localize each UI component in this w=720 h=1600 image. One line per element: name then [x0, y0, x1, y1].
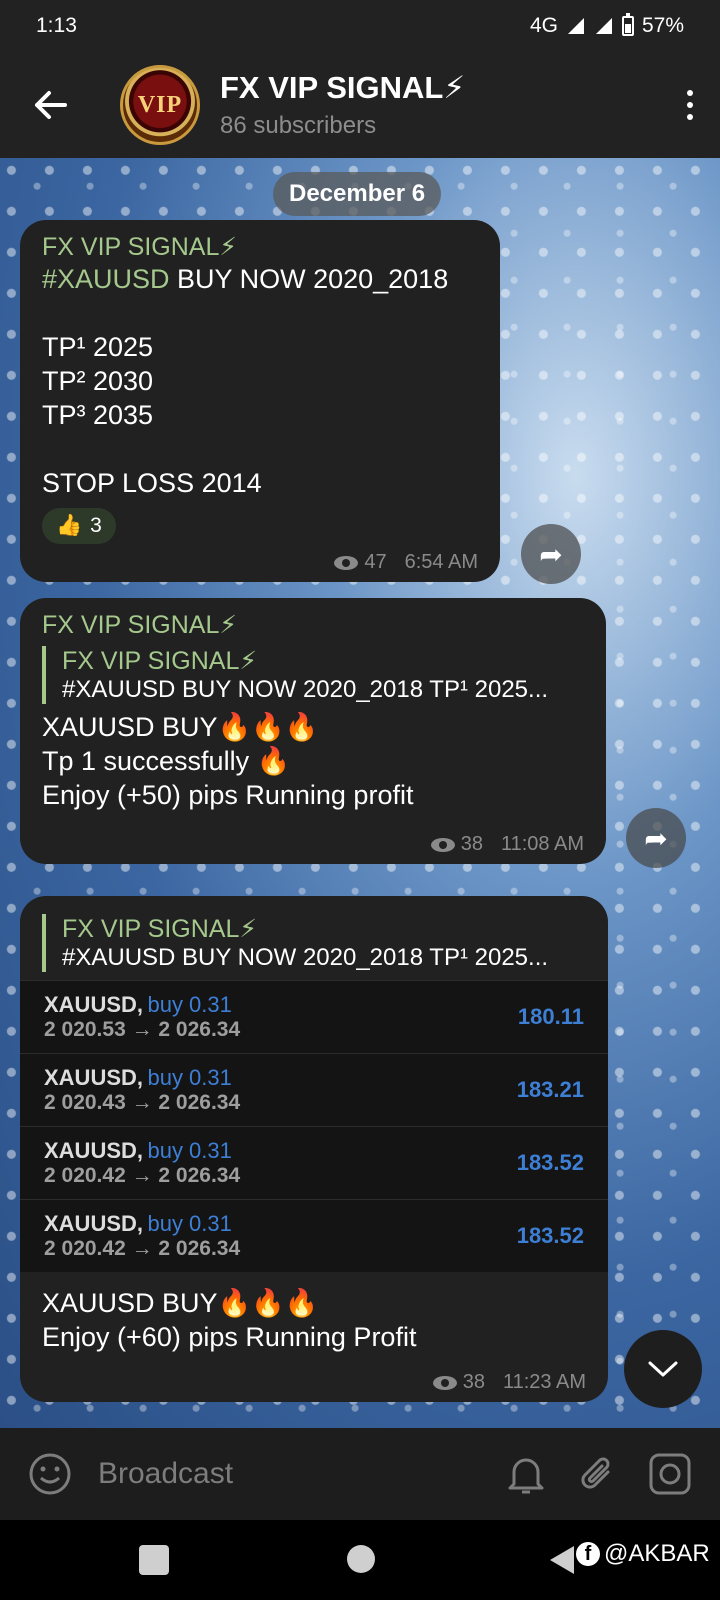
date-separator: December 6 — [273, 172, 442, 216]
scroll-down-button[interactable] — [624, 1330, 702, 1408]
trade-profit: 183.21 — [516, 1077, 584, 1102]
watermark-text: @AKBAR — [604, 1540, 710, 1567]
reply-quote[interactable]: FX VIP SIGNAL⚡ #XAUUSD BUY NOW 2020_2018… — [42, 914, 586, 972]
chevron-down-icon — [648, 1361, 678, 1377]
status-bar: 1:13 4G 57% — [0, 0, 720, 52]
camera-icon[interactable] — [646, 1450, 694, 1498]
take-profit-3: TP³ 2035 — [42, 400, 154, 430]
stop-loss: STOP LOSS 2014 — [42, 468, 262, 498]
message-line: XAUUSD BUY🔥🔥🔥 — [42, 1288, 319, 1318]
eye-icon — [430, 837, 455, 852]
trade-profit: 183.52 — [516, 1150, 584, 1175]
eye-icon — [334, 555, 359, 570]
reply-text: #XAUUSD BUY NOW 2020_2018 TP¹ 2025... — [62, 944, 549, 971]
back-button[interactable] — [0, 52, 100, 158]
trade-row: XAUUSD, buy 0.31 2 020.53 → 2 026.34 180… — [20, 980, 608, 1053]
trade-prices: 2 020.43 → 2 026.34 — [44, 1091, 241, 1114]
reaction-chip[interactable]: 👍 3 — [42, 508, 116, 544]
chat-header: VIP FX VIP SIGNAL⚡ 86 subscribers — [0, 52, 720, 158]
nav-back-button[interactable] — [550, 1546, 574, 1574]
broadcast-bar: Broadcast — [0, 1428, 720, 1520]
signal-icon-2 — [595, 18, 612, 34]
facebook-icon: f — [576, 1542, 600, 1566]
trade-row: XAUUSD, buy 0.31 2 020.43 → 2 026.34 183… — [20, 1053, 608, 1126]
trade-row: XAUUSD, buy 0.31 2 020.42 → 2 026.34 183… — [20, 1126, 608, 1199]
take-profit-2: TP² 2030 — [42, 366, 154, 396]
view-count: 38 — [460, 833, 483, 855]
reply-title: FX VIP SIGNAL⚡ — [62, 915, 257, 943]
message-3[interactable]: FX VIP SIGNAL⚡ #XAUUSD BUY NOW 2020_2018… — [20, 896, 608, 1402]
view-count: 38 — [462, 1371, 485, 1393]
broadcast-input[interactable]: Broadcast — [98, 1457, 478, 1491]
message-line: Enjoy (+60) pips Running Profit — [42, 1322, 417, 1352]
channel-title-block[interactable]: FX VIP SIGNAL⚡ 86 subscribers — [220, 70, 660, 140]
trade-symbol: XAUUSD, — [44, 1138, 144, 1163]
more-options-icon[interactable] — [660, 52, 720, 158]
message-meta: 38 11:23 AM — [432, 1371, 586, 1394]
message-line: XAUUSD BUY🔥🔥🔥 — [42, 712, 319, 742]
arrow-back-icon — [35, 91, 67, 119]
system-nav-bar: f @AKBAR — [0, 1520, 720, 1600]
view-count: 47 — [364, 551, 387, 573]
trade-side: buy 0.31 — [147, 992, 232, 1017]
reply-quote[interactable]: FX VIP SIGNAL⚡ #XAUUSD BUY NOW 2020_2018… — [42, 646, 584, 704]
message-meta: 47 6:54 AM — [334, 551, 478, 574]
trade-symbol: XAUUSD, — [44, 992, 144, 1017]
message-2[interactable]: FX VIP SIGNAL⚡ FX VIP SIGNAL⚡ #XAUUSD BU… — [20, 598, 606, 864]
message-line: Tp 1 successfully 🔥 — [42, 746, 291, 776]
trades-screenshot[interactable]: XAUUSD, buy 0.31 2 020.53 → 2 026.34 180… — [20, 980, 608, 1272]
share-button[interactable]: ➦ — [626, 808, 686, 868]
channel-title: FX VIP SIGNAL⚡ — [220, 70, 466, 105]
status-icons: 4G 57% — [529, 13, 684, 38]
reaction-count: 3 — [90, 514, 102, 537]
message-1[interactable]: FX VIP SIGNAL⚡ #XAUUSD BUY NOW 2020_2018… — [20, 220, 500, 582]
emoji-icon[interactable] — [26, 1450, 74, 1498]
message-meta: 38 11:08 AM — [430, 833, 584, 856]
message-sender[interactable]: FX VIP SIGNAL⚡ — [42, 610, 584, 640]
trade-side: buy 0.31 — [147, 1065, 232, 1090]
signal-icon — [567, 18, 584, 34]
trade-prices: 2 020.42 → 2 026.34 — [44, 1164, 241, 1187]
trade-symbol: XAUUSD, — [44, 1211, 144, 1236]
thumbs-up-icon: 👍 — [56, 514, 83, 537]
message-time: 11:23 AM — [502, 1371, 586, 1393]
recents-button[interactable] — [139, 1545, 169, 1575]
reply-text: #XAUUSD BUY NOW 2020_2018 TP¹ 2025... — [62, 676, 549, 703]
watermark: f @AKBAR — [576, 1540, 710, 1568]
trade-symbol: XAUUSD, — [44, 1065, 144, 1090]
subscriber-count: 86 subscribers — [220, 112, 377, 139]
battery-percent: 57% — [641, 14, 684, 37]
share-icon: ➦ — [539, 538, 563, 570]
message-line: #XAUUSD BUY NOW 2020_2018 — [42, 264, 449, 294]
trade-prices: 2 020.53 → 2 026.34 — [44, 1018, 241, 1041]
take-profit-1: TP¹ 2025 — [42, 332, 154, 362]
avatar-text: VIP — [137, 91, 183, 118]
channel-avatar[interactable]: VIP — [120, 65, 200, 145]
trade-profit: 180.11 — [517, 1004, 584, 1029]
message-line: Enjoy (+50) pips Running profit — [42, 780, 414, 810]
home-button[interactable] — [347, 1545, 375, 1573]
trade-side: buy 0.31 — [147, 1138, 232, 1163]
battery-icon — [621, 13, 634, 36]
chat-area[interactable]: December 6 FX VIP SIGNAL⚡ #XAUUSD BUY NO… — [0, 158, 720, 1428]
reply-title: FX VIP SIGNAL⚡ — [62, 647, 257, 675]
trade-prices: 2 020.42 → 2 026.34 — [44, 1237, 241, 1260]
message-time: 6:54 AM — [404, 551, 478, 573]
message-time: 11:08 AM — [500, 833, 584, 855]
message-sender[interactable]: FX VIP SIGNAL⚡ — [42, 232, 478, 262]
bell-icon[interactable] — [502, 1450, 550, 1498]
eye-icon — [432, 1375, 457, 1390]
attach-icon[interactable] — [574, 1450, 622, 1498]
share-icon: ➦ — [644, 822, 668, 854]
trade-row: XAUUSD, buy 0.31 2 020.42 → 2 026.34 183… — [20, 1199, 608, 1272]
clock: 1:13 — [36, 14, 77, 37]
network-type: 4G — [529, 14, 558, 37]
share-button[interactable]: ➦ — [521, 524, 581, 584]
trade-profit: 183.52 — [516, 1223, 584, 1248]
hashtag-link[interactable]: #XAUUSD — [42, 264, 170, 294]
trade-side: buy 0.31 — [147, 1211, 232, 1236]
